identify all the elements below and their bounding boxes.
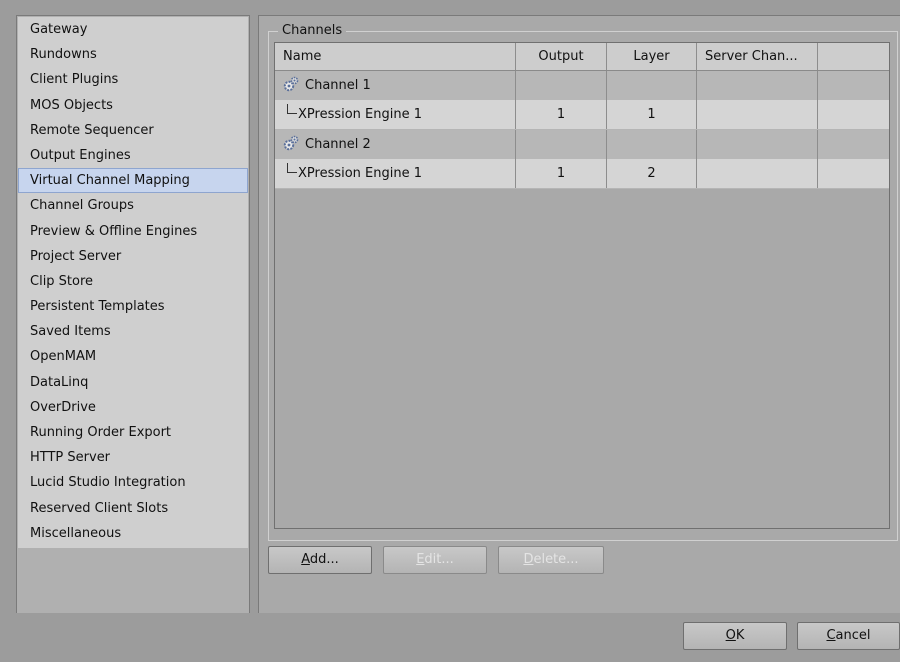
server-channel-cell: [697, 100, 818, 129]
delete-button-label: elete...: [533, 552, 579, 567]
server-channel-cell: [697, 130, 818, 159]
add-button-label: dd...: [309, 552, 339, 567]
tree-branch-icon: [287, 104, 297, 114]
nav-item-reserved-client-slots[interactable]: Reserved Client Slots: [18, 496, 248, 521]
name-cell: Channel 2: [275, 130, 516, 159]
cancel-button-mnemonic: C: [826, 628, 836, 643]
nav-item-virtual-channel-mapping[interactable]: Virtual Channel Mapping: [18, 168, 248, 194]
nav-item-remote-sequencer[interactable]: Remote Sequencer: [18, 118, 248, 143]
output-cell: [516, 130, 607, 159]
output-cell: 1: [516, 100, 607, 129]
ok-button-label: K: [735, 628, 745, 643]
name-cell: XPression Engine 1: [275, 100, 516, 129]
nav-item-lucid-studio-integration[interactable]: Lucid Studio Integration: [18, 470, 248, 495]
edit-button[interactable]: Edit...: [383, 546, 487, 574]
delete-button[interactable]: Delete...: [498, 546, 604, 574]
tree-branch-icon: [287, 163, 297, 173]
nav-item-client-plugins[interactable]: Client Plugins: [18, 67, 248, 92]
column-header-layer[interactable]: Layer: [607, 43, 697, 70]
nav-item-running-order-export[interactable]: Running Order Export: [18, 420, 248, 445]
filler-cell: [818, 100, 889, 129]
layer-cell: 1: [607, 100, 697, 129]
ok-button[interactable]: OK: [683, 622, 787, 650]
nav-item-http-server[interactable]: HTTP Server: [18, 445, 248, 470]
nav-item-miscellaneous[interactable]: Miscellaneous: [18, 521, 248, 546]
nav-item-output-engines[interactable]: Output Engines: [18, 143, 248, 168]
column-header-server-channel[interactable]: Server Chan...: [697, 43, 818, 70]
nav-item-datalinq[interactable]: DataLinq: [18, 370, 248, 395]
output-cell: [516, 71, 607, 100]
nav-item-channel-groups[interactable]: Channel Groups: [18, 193, 248, 218]
cancel-button[interactable]: Cancel: [797, 622, 900, 650]
nav-item-saved-items[interactable]: Saved Items: [18, 319, 248, 344]
column-header-name[interactable]: Name: [275, 43, 516, 70]
settings-category-list: Gateway Rundowns Client Plugins MOS Obje…: [18, 17, 248, 548]
channel-name: Channel 1: [305, 78, 371, 93]
table-row-channel[interactable]: Channel 2: [275, 130, 889, 159]
ok-button-mnemonic: O: [725, 628, 736, 643]
name-cell: XPression Engine 1: [275, 159, 516, 188]
server-channel-cell: [697, 159, 818, 188]
nav-item-gateway[interactable]: Gateway: [18, 17, 248, 42]
nav-item-rundowns[interactable]: Rundowns: [18, 42, 248, 67]
nav-item-clip-store[interactable]: Clip Store: [18, 269, 248, 294]
table-row-engine[interactable]: XPression Engine 1 1 1: [275, 100, 889, 130]
nav-item-mos-objects[interactable]: MOS Objects: [18, 93, 248, 118]
nav-item-persistent-templates[interactable]: Persistent Templates: [18, 294, 248, 319]
settings-category-panel: Gateway Rundowns Client Plugins MOS Obje…: [16, 15, 250, 615]
table-header: Name Output Layer Server Chan...: [275, 43, 889, 71]
table-row-engine[interactable]: XPression Engine 1 1 2: [275, 159, 889, 189]
layer-cell: 2: [607, 159, 697, 188]
channels-group-title: Channels: [278, 22, 347, 40]
table-row-channel[interactable]: Channel 1: [275, 71, 889, 100]
column-header-output[interactable]: Output: [516, 43, 607, 70]
nav-item-preview-offline-engines[interactable]: Preview & Offline Engines: [18, 219, 248, 244]
channel-name: Channel 2: [305, 137, 371, 152]
cancel-button-label: ancel: [835, 628, 871, 643]
layer-cell: [607, 71, 697, 100]
delete-button-mnemonic: D: [523, 552, 534, 567]
add-button-mnemonic: A: [301, 552, 310, 567]
filler-cell: [818, 71, 889, 100]
nav-item-project-server[interactable]: Project Server: [18, 244, 248, 269]
nav-item-overdrive[interactable]: OverDrive: [18, 395, 248, 420]
layer-cell: [607, 130, 697, 159]
edit-button-label: dit...: [424, 552, 454, 567]
server-channel-cell: [697, 71, 818, 100]
channel-mapping-table[interactable]: Name Output Layer Server Chan... Channel…: [274, 42, 890, 529]
output-cell: 1: [516, 159, 607, 188]
nav-item-openmam[interactable]: OpenMAM: [18, 344, 248, 369]
filler-cell: [818, 159, 889, 188]
column-header-filler: [818, 43, 889, 70]
gear-icon: [283, 74, 299, 92]
filler-cell: [818, 130, 889, 159]
gear-icon: [283, 133, 299, 151]
engine-name: XPression Engine 1: [298, 107, 423, 122]
add-button[interactable]: Add...: [268, 546, 372, 574]
engine-name: XPression Engine 1: [298, 166, 423, 181]
name-cell: Channel 1: [275, 71, 516, 100]
